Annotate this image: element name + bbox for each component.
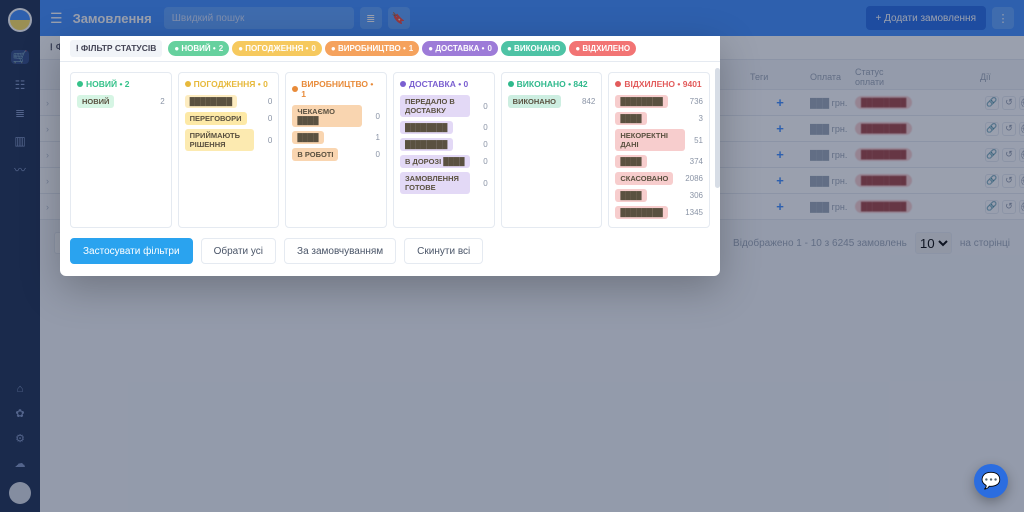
filter-column-header: ВИРОБНИЦТВО • 1 <box>292 79 380 99</box>
filter-grid: НОВИЙ • 2 НОВИЙ2 ПОГОДЖЕННЯ • 0 ████████… <box>60 62 720 234</box>
filter-column: ПОГОДЖЕННЯ • 0 ████████0 ПЕРЕГОВОРИ0 ПРИЙМ… <box>178 72 280 228</box>
filter-item[interactable]: ████████0 <box>185 95 273 108</box>
filter-item[interactable]: ЧЕКАЄМО ████0 <box>292 105 380 127</box>
status-chip[interactable]: ● НОВИЙ • 2 <box>168 41 229 56</box>
status-chip[interactable]: ● ПОГОДЖЕННЯ • 0 <box>232 41 322 56</box>
filter-column-header: ВІДХИЛЕНО • 9401 <box>615 79 703 89</box>
filter-column-header: НОВИЙ • 2 <box>77 79 165 89</box>
filter-item[interactable]: СКАСОВАНО2086 <box>615 172 703 185</box>
modal-scrollbar[interactable] <box>715 68 720 188</box>
filter-item[interactable]: ПЕРЕГОВОРИ0 <box>185 112 273 125</box>
filter-item[interactable]: В ДОРОЗІ ████0 <box>400 155 488 168</box>
filter-item[interactable]: В РОБОТІ0 <box>292 148 380 161</box>
reset-button[interactable]: Скинути всі <box>404 238 483 264</box>
filter-item[interactable]: ████████0 <box>400 121 488 134</box>
filter-item[interactable]: ПЕРЕДАЛО В ДОСТАВКУ0 <box>400 95 488 117</box>
filter-item[interactable]: ЗАМОВЛЕННЯ ГОТОВЕ0 <box>400 172 488 194</box>
filter-item[interactable]: ████████736 <box>615 95 703 108</box>
filter-column: ВИКОНАНО • 842 ВИКОНАНО842 <box>501 72 603 228</box>
status-filter-modal: ⵑ ФІЛЬТР СТАТУСІВ ● НОВИЙ • 2 ● ПОГОДЖЕН… <box>60 36 720 276</box>
select-all-button[interactable]: Обрати усі <box>201 238 276 264</box>
status-chip[interactable]: ● ВІДХИЛЕНО <box>569 41 636 56</box>
filter-column: ДОСТАВКА • 0 ПЕРЕДАЛО В ДОСТАВКУ0 ███████… <box>393 72 495 228</box>
filter-item[interactable]: НОВИЙ2 <box>77 95 165 108</box>
filter-item[interactable]: ████████0 <box>400 138 488 151</box>
filter-column-header: ВИКОНАНО • 842 <box>508 79 596 89</box>
status-chip[interactable]: ● ДОСТАВКА • 0 <box>422 41 498 56</box>
filter-item[interactable]: ████306 <box>615 189 703 202</box>
apply-button[interactable]: Застосувати фільтри <box>70 238 193 264</box>
filter-column-header: ДОСТАВКА • 0 <box>400 79 488 89</box>
filter-item[interactable]: НЕКОРЕКТНІ ДАНІ51 <box>615 129 703 151</box>
filter-item[interactable]: ████374 <box>615 155 703 168</box>
modal-statusbar: ⵑ ФІЛЬТР СТАТУСІВ ● НОВИЙ • 2 ● ПОГОДЖЕН… <box>60 36 720 62</box>
filter-column-header: ПОГОДЖЕННЯ • 0 <box>185 79 273 89</box>
filter-item[interactable]: ████████1345 <box>615 206 703 219</box>
filter-item[interactable]: ████1 <box>292 131 380 144</box>
modal-actions: Застосувати фільтри Обрати усі За замовч… <box>60 234 720 264</box>
filter-item[interactable]: ВИКОНАНО842 <box>508 95 596 108</box>
status-chip[interactable]: ● ВИКОНАНО <box>501 41 566 56</box>
chat-fab[interactable]: 💬 <box>974 464 1008 498</box>
status-chip[interactable]: ● ВИРОБНИЦТВО • 1 <box>325 41 419 56</box>
filter-column: ВІДХИЛЕНО • 9401 ████████736 ████3 НЕКОРЕК… <box>608 72 710 228</box>
filter-item[interactable]: ████3 <box>615 112 703 125</box>
filter-column: ВИРОБНИЦТВО • 1 ЧЕКАЄМО ████0 ████1 В РОБО… <box>285 72 387 228</box>
filter-column: НОВИЙ • 2 НОВИЙ2 <box>70 72 172 228</box>
filter-label: ⵑ ФІЛЬТР СТАТУСІВ <box>70 40 162 57</box>
default-button[interactable]: За замовчуванням <box>284 238 396 264</box>
filter-item[interactable]: ПРИЙМАЮТЬ РІШЕННЯ0 <box>185 129 273 151</box>
